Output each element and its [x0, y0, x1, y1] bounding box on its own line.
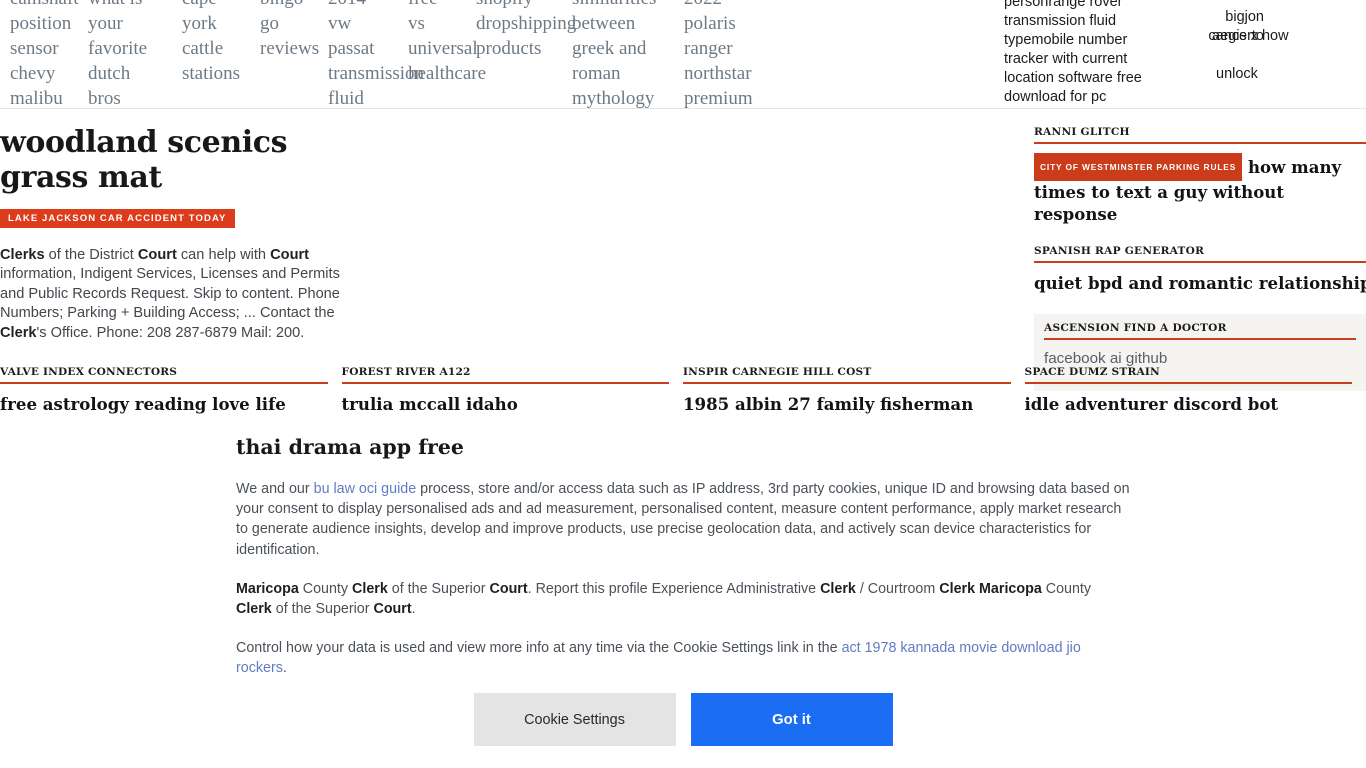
related-card-row: VALVE INDEX CONNECTORS free astrology re…	[0, 366, 1366, 415]
article-tag-badge[interactable]: LAKE JACKSON CAR ACCIDENT TODAY	[0, 209, 235, 228]
consent-policy-link[interactable]: act 1978 kannada movie download jio rock…	[236, 640, 1081, 676]
row-card-kicker[interactable]: FOREST RIVER A122	[341, 366, 669, 384]
row-card-headline[interactable]: free astrology reading love life	[0, 394, 328, 415]
article-column: woodland scenics grass mat LAKE JACKSON …	[0, 125, 340, 343]
sidebar-inline-badge[interactable]: CITY OF WESTMINSTER PARKING RULES	[1034, 153, 1243, 181]
cookie-consent-body: thai drama app free We and our bu law oc…	[236, 434, 1130, 679]
cookie-consent-paragraph-1: We and our bu law oci guide process, sto…	[236, 481, 1130, 558]
nav-keyword-link[interactable]: shopify dropshipping products	[466, 0, 576, 61]
cookie-consent-paragraph-2: Maricopa County Clerk of the Superior Co…	[236, 580, 1092, 618]
nav-keyword-link[interactable]: personrange rover transmission fluid typ…	[1004, 0, 1174, 107]
article-body-text: Clerks of the District Court can help wi…	[0, 247, 340, 341]
row-card-headline[interactable]: trulia mccall idaho	[342, 394, 670, 415]
cookie-consent-panel: thai drama app free We and our bu law oc…	[0, 424, 1366, 768]
nav-keyword-link[interactable]: 2014 vw passat transmission fluid type	[318, 0, 424, 108]
cookie-consent-title: thai drama app free	[236, 435, 464, 459]
nav-keyword-link[interactable]: free vs universal healthcare	[398, 0, 486, 86]
keyword-nav-bar: camshaft position sensor chevy malibu wh…	[0, 0, 1366, 109]
keyword-nav-sans-list: personrange rover transmission fluid typ…	[1000, 0, 1366, 108]
cookie-settings-button[interactable]: Cookie Settings	[473, 693, 676, 746]
row-card-kicker[interactable]: INSPIR CARNEGIE HILL COST	[683, 366, 1011, 384]
sidebar-card-headline[interactable]: CITY OF WESTMINSTER PARKING RULES how ma…	[1034, 153, 1366, 225]
sidebar-card-kicker[interactable]: RANNI GLITCH	[1034, 126, 1366, 144]
cookie-consent-paragraph-3: Control how your data is used and view m…	[236, 640, 1081, 677]
nav-keyword-link[interactable]: 2022 polaris ranger northstar premium co…	[674, 0, 772, 108]
got-it-button[interactable]: Got it	[690, 693, 893, 746]
nav-keyword-link[interactable]: camshaft position sensor chevy malibu	[0, 0, 79, 108]
sidebar-card: SPANISH RAP GENERATOR quiet bpd and roma…	[1034, 245, 1366, 294]
nav-keyword-link[interactable]: cape york cattle stations	[172, 0, 250, 86]
row-card: FOREST RIVER A122 trulia mccall idaho	[341, 366, 684, 415]
row-card-kicker[interactable]: VALVE INDEX CONNECTORS	[0, 366, 328, 384]
cookie-consent-actions: Cookie Settings Got it	[236, 693, 1130, 746]
consent-vendor-link[interactable]: bu law oci guide	[314, 481, 417, 497]
row-card: VALVE INDEX CONNECTORS free astrology re…	[0, 366, 342, 415]
nav-keyword-link[interactable]: unlock	[1216, 65, 1306, 84]
row-card: INSPIR CARNEGIE HILL COST 1985 albin 27 …	[683, 366, 1025, 415]
nav-keyword-link[interactable]: bingo go reviews	[250, 0, 319, 61]
keyword-nav-serif-list: camshaft position sensor chevy malibu wh…	[0, 0, 1000, 108]
row-card-kicker[interactable]: SPACE DUMZ STRAIN	[1024, 366, 1352, 384]
sidebar-card-kicker[interactable]: ASCENSION FIND A DOCTOR	[1044, 322, 1356, 340]
row-card-headline[interactable]: idle adventurer discord bot	[1025, 394, 1353, 415]
nav-keyword-link[interactable]: similarities between greek and roman myt…	[562, 0, 674, 108]
row-card: SPACE DUMZ STRAIN idle adventurer discor…	[1024, 366, 1366, 415]
sidebar-card-headline[interactable]: quiet bpd and romantic relationships	[1034, 272, 1366, 294]
sidebar-card: RANNI GLITCH CITY OF WESTMINSTER PARKING…	[1034, 126, 1366, 225]
sidebar-card-kicker[interactable]: SPANISH RAP GENERATOR	[1034, 245, 1366, 263]
row-card-headline[interactable]: 1985 albin 27 family fisherman	[683, 394, 1011, 415]
page-title: woodland scenics grass mat	[0, 125, 288, 195]
nav-keyword-link[interactable]: aegis x how	[1212, 27, 1304, 46]
nav-keyword-link[interactable]: what is your favorite dutch bros drink	[78, 0, 172, 108]
